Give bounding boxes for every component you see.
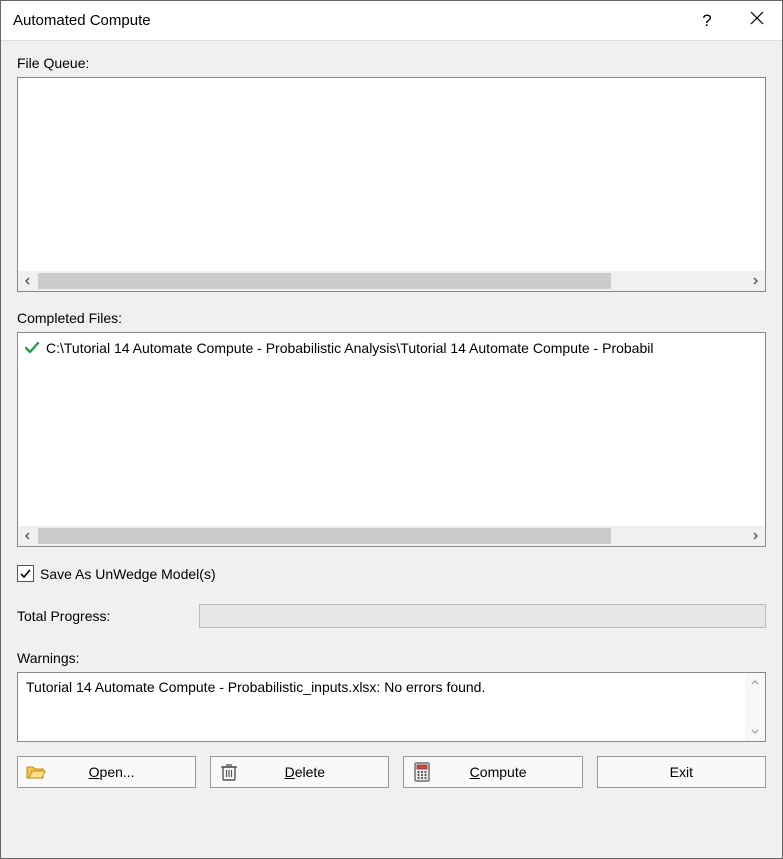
open-button[interactable]: Open... (17, 756, 196, 788)
scroll-track[interactable] (38, 271, 745, 291)
scroll-thumb[interactable] (38, 273, 611, 289)
file-queue-listbox[interactable] (17, 77, 766, 292)
compute-button[interactable]: Compute (403, 756, 582, 788)
help-icon: ? (702, 11, 711, 31)
scroll-track[interactable] (745, 693, 765, 721)
progress-row: Total Progress: (17, 604, 766, 628)
list-item[interactable]: C:\Tutorial 14 Automate Compute - Probab… (24, 337, 759, 359)
warnings-textbox[interactable]: Tutorial 14 Automate Compute - Probabili… (17, 672, 766, 742)
button-row: Open... Delete (17, 756, 766, 788)
exit-button[interactable]: Exit (597, 756, 766, 788)
warnings-label: Warnings: (17, 650, 766, 666)
compute-button-label: Compute (422, 764, 573, 780)
window-title: Automated Compute (13, 12, 682, 29)
scroll-right-button[interactable] (745, 271, 765, 291)
open-button-label: Open... (36, 764, 187, 780)
file-queue-hscrollbar[interactable] (18, 271, 765, 291)
close-icon (750, 11, 764, 30)
warnings-vscrollbar[interactable] (745, 673, 765, 741)
completed-hscrollbar[interactable] (18, 526, 765, 546)
completed-files-listbox[interactable]: C:\Tutorial 14 Automate Compute - Probab… (17, 332, 766, 547)
help-button[interactable]: ? (682, 1, 732, 41)
close-button[interactable] (732, 1, 782, 41)
completed-file-path: C:\Tutorial 14 Automate Compute - Probab… (46, 340, 653, 356)
completed-files-label: Completed Files: (17, 310, 766, 326)
total-progress-label: Total Progress: (17, 608, 187, 624)
checkmark-icon (24, 340, 40, 356)
dialog-window: Automated Compute ? File Queue: (0, 0, 783, 859)
scroll-down-button[interactable] (745, 721, 765, 741)
titlebar: Automated Compute ? (1, 1, 782, 41)
delete-button-label: Delete (229, 764, 380, 780)
save-as-unwedge-checkbox[interactable] (17, 565, 34, 582)
warning-line: Tutorial 14 Automate Compute - Probabili… (26, 679, 737, 695)
completed-files-content: C:\Tutorial 14 Automate Compute - Probab… (18, 333, 765, 526)
scroll-thumb[interactable] (38, 528, 611, 544)
save-as-unwedge-checkbox-row[interactable]: Save As UnWedge Model(s) (17, 565, 766, 582)
scroll-track[interactable] (38, 526, 745, 546)
dialog-body: File Queue: Completed Files: (1, 41, 782, 858)
scroll-left-button[interactable] (18, 271, 38, 291)
file-queue-label: File Queue: (17, 55, 766, 71)
progress-bar (199, 604, 766, 628)
save-as-unwedge-label: Save As UnWedge Model(s) (40, 566, 216, 582)
delete-button[interactable]: Delete (210, 756, 389, 788)
file-queue-content (18, 78, 765, 271)
exit-button-label: Exit (670, 764, 693, 780)
warnings-content: Tutorial 14 Automate Compute - Probabili… (18, 673, 745, 741)
scroll-right-button[interactable] (745, 526, 765, 546)
scroll-left-button[interactable] (18, 526, 38, 546)
scroll-up-button[interactable] (745, 673, 765, 693)
